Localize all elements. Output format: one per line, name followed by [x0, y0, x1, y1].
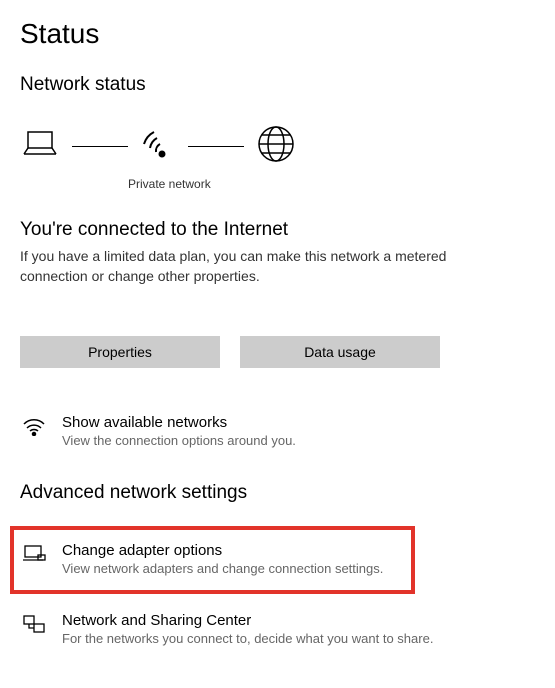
sharing-center-title: Network and Sharing Center: [62, 612, 533, 629]
sharing-center-desc: For the networks you connect to, decide …: [62, 631, 533, 646]
button-row: Properties Data usage: [20, 336, 535, 368]
advanced-settings-heading: Advanced network settings: [20, 482, 535, 504]
show-available-networks-link[interactable]: Show available networks View the connect…: [20, 410, 535, 452]
globe-icon: [256, 124, 296, 169]
network-diagram: [20, 124, 535, 169]
laptop-icon: [20, 128, 60, 165]
sharing-icon: [22, 614, 46, 641]
diagram-caption: Private network: [128, 177, 535, 191]
page-title: Status: [20, 18, 535, 50]
data-usage-button[interactable]: Data usage: [240, 336, 440, 368]
adapter-icon: [22, 544, 46, 569]
change-adapter-link[interactable]: Change adapter options View network adap…: [20, 538, 405, 580]
change-adapter-title: Change adapter options: [62, 542, 403, 559]
connected-heading: You're connected to the Internet: [20, 219, 535, 241]
diagram-line: [188, 146, 244, 147]
connected-desc: If you have a limited data plan, you can…: [20, 247, 450, 286]
wifi-icon: [140, 128, 176, 165]
network-status-heading: Network status: [20, 74, 535, 96]
highlight-box: Change adapter options View network adap…: [10, 526, 415, 594]
wifi-small-icon: [22, 416, 46, 441]
properties-button[interactable]: Properties: [20, 336, 220, 368]
show-networks-title: Show available networks: [62, 414, 533, 431]
change-adapter-desc: View network adapters and change connect…: [62, 561, 403, 576]
show-networks-desc: View the connection options around you.: [62, 433, 533, 448]
network-sharing-center-link[interactable]: Network and Sharing Center For the netwo…: [20, 608, 535, 650]
diagram-line: [72, 146, 128, 147]
